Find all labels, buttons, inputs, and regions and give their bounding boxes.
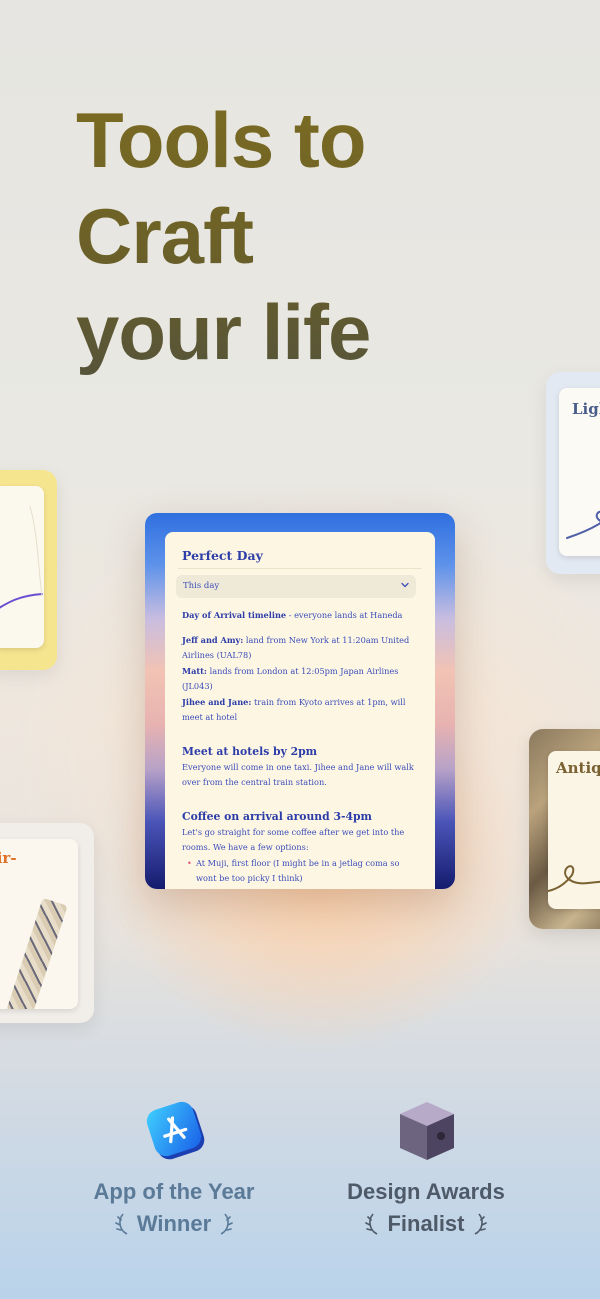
document-card[interactable]: Perfect Day This day Day of Arrival time…: [145, 513, 455, 889]
bullet-item: At Muji, first floor (I might be in a je…: [187, 856, 422, 887]
award-app-of-the-year: App of the Year Winner: [44, 1100, 304, 1237]
headline: Tools to Craft your life: [76, 92, 370, 380]
side-card-paper: [0, 486, 44, 648]
section-text: Everyone will come in one taxi. Jihee an…: [182, 761, 414, 788]
document-body: Day of Arrival timeline - everyone lands…: [182, 608, 422, 887]
side-card-right-blue: Ligh: [546, 372, 600, 574]
laurel-left-icon: [365, 1213, 378, 1235]
arrival-item: Jeff and Amy: land from New York at 11:2…: [182, 634, 410, 661]
ink-stroke: [548, 865, 600, 892]
side-card-paper: Ligh: [559, 388, 600, 556]
day-dropdown[interactable]: This day: [176, 575, 416, 598]
headline-line-2: Craft: [76, 192, 254, 280]
headline-line-3: your life: [76, 288, 371, 376]
apple-design-award-cube-icon: [400, 1102, 454, 1160]
side-card-left-white: voir- re: [0, 823, 94, 1023]
award-title: App of the Year: [93, 1179, 255, 1204]
arrival-item: Matt: lands from London at 12:05pm Japan…: [182, 665, 399, 692]
intro-line: Day of Arrival timeline - everyone lands…: [182, 610, 403, 620]
side-card-right-photo: Antiq: [529, 729, 600, 929]
ink-stroke: [0, 505, 43, 609]
arrival-item: Jihee and Jane: train from Kyoto arrives…: [182, 696, 406, 723]
divider: [178, 568, 422, 569]
document-page[interactable]: Perfect Day This day Day of Arrival time…: [165, 532, 435, 889]
side-card-label: voir- re: [0, 849, 17, 867]
award-design-awards: Design Awards Finalist: [296, 1100, 556, 1237]
bullet-list: At Muji, first floor (I might be in a je…: [182, 856, 422, 887]
laurel-right-icon: [220, 1213, 233, 1235]
award-subtitle: Finalist: [387, 1211, 465, 1236]
headline-line-1: Tools to: [76, 96, 366, 184]
award-subtitle: Winner: [136, 1211, 212, 1236]
ink-stroke: [566, 510, 600, 539]
patterned-strip-image: [6, 897, 68, 1009]
section-text: Let's go straight for some coffee after …: [182, 826, 405, 853]
document-title: Perfect Day: [182, 548, 263, 563]
dropdown-value: This day: [183, 581, 220, 591]
section-heading: Meet at hotels by 2pm: [182, 744, 318, 758]
side-card-paper: voir- re: [0, 839, 78, 1009]
side-card-left-yellow: [0, 470, 57, 670]
app-store-icon: [146, 1101, 205, 1160]
award-title: Design Awards: [347, 1179, 505, 1204]
laurel-right-icon: [474, 1213, 487, 1235]
side-card-paper: Antiq: [548, 751, 600, 909]
section-heading: Coffee on arrival around 3-4pm: [182, 809, 372, 823]
laurel-left-icon: [115, 1213, 128, 1235]
chevron-down-icon: [401, 582, 409, 588]
